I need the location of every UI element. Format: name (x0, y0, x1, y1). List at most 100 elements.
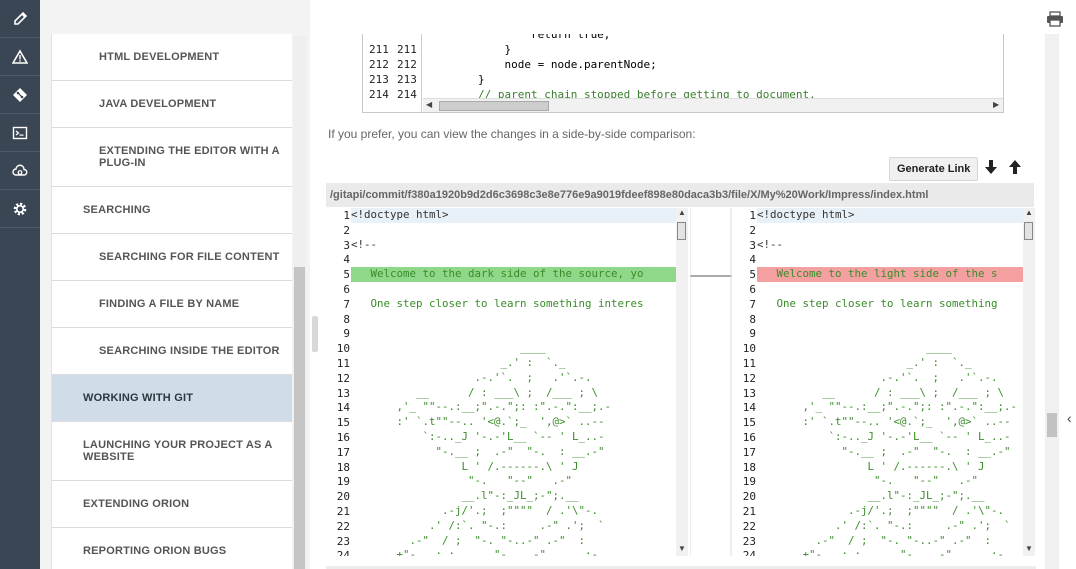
line-number: 9 (749, 327, 756, 341)
scroll-up-icon[interactable]: ▲ (678, 208, 686, 217)
code-line: Welcome to the dark side of the source, … (351, 267, 644, 281)
problems-button[interactable] (0, 38, 40, 76)
line-number: 24 (742, 549, 756, 556)
left-toolbar (0, 0, 40, 569)
code-line: .+"-. : : "-.__.-" ;-. (351, 548, 605, 556)
line-number: 10 (336, 342, 350, 356)
nav-item[interactable]: FINDING A FILE BY NAME (52, 281, 292, 328)
scroll-down-icon[interactable]: ▼ (678, 544, 686, 553)
line-number: 7 (343, 297, 350, 311)
line-number: 11 (336, 357, 350, 370)
line-number: 1 (343, 209, 350, 222)
page-scrollbar[interactable] (1045, 34, 1059, 569)
scroll-up-icon[interactable]: ▲ (1025, 208, 1033, 217)
left-pane-scrollbar-thumb[interactable] (677, 222, 686, 240)
nav-item[interactable]: SEARCHING INSIDE THE EDITOR (52, 328, 292, 375)
code-line: <!doctype html> (351, 208, 449, 221)
generate-link-button[interactable]: Generate Link (889, 157, 979, 181)
line-number: 10 (742, 342, 756, 356)
line-number: 7 (749, 297, 756, 311)
scroll-left-icon[interactable]: ◀ (426, 100, 432, 109)
line-number: 16 (742, 431, 756, 444)
right-pane-scrollbar-thumb[interactable] (1024, 222, 1033, 240)
line-number: 18 (742, 460, 756, 474)
line-number: 5 (343, 268, 350, 282)
code-line: _.' : `._ (757, 356, 972, 369)
splitter-handle[interactable] (312, 316, 318, 352)
nav-item[interactable]: EXTENDING THE EDITOR WITH A PLUG-IN (52, 128, 292, 187)
code-line: .-j/'.; ;"""" / .'\"-. (351, 504, 599, 517)
edit-button[interactable] (0, 0, 40, 38)
code-line: .+"-. : : "-.__.-" ;-. (757, 548, 1011, 556)
line-number: 16 (336, 431, 350, 444)
cloud-sync-icon (12, 164, 28, 176)
nav-item[interactable]: SEARCHING (52, 187, 292, 234)
settings-button[interactable] (0, 190, 40, 228)
code-line: __.l"-:_JL_;-";.__ (757, 489, 985, 503)
line-number: 3 (749, 238, 756, 252)
line-number: 9 (343, 327, 350, 341)
git-button[interactable] (0, 76, 40, 114)
code-line: .-.'`. ; .'`.-. (757, 370, 998, 384)
line-number: 14 (336, 401, 350, 415)
line-number: 213 (397, 73, 417, 86)
horizontal-scrollbar[interactable]: ◀ ▶ (423, 98, 1003, 112)
nav-scrollbar-thumb[interactable] (294, 267, 305, 569)
code-line: One step closer to learn something inter… (351, 296, 644, 310)
code-line: .-j/'.; ;"""" / .'\"-. (757, 504, 1005, 517)
code-line: One step closer to learn something (757, 296, 998, 310)
deploy-button[interactable] (0, 152, 40, 190)
horizontal-scrollbar-thumb[interactable] (439, 101, 549, 111)
line-number: 6 (749, 283, 756, 296)
line-number: 211 (397, 43, 417, 56)
expand-panel-icon[interactable]: ‹ (1067, 410, 1072, 426)
code-line: .' /:`. "-.: .-" .'; ` (351, 518, 605, 532)
code-line: :' `.t""--.. '<@.`;_ ',@>` ..-- (757, 415, 1011, 429)
code-line: <!-- (351, 237, 378, 251)
scroll-down-icon[interactable]: ▼ (1025, 544, 1033, 553)
navigation-pane: HTML DEVELOPMENT JAVA DEVELOPMENT EXTENDIN… (40, 0, 310, 569)
line-number: 17 (336, 445, 350, 459)
line-number: 3 (343, 238, 350, 252)
code-text: } (425, 43, 512, 56)
code-text: } (425, 73, 485, 86)
line-number: 214 (397, 88, 417, 101)
diff-connector (690, 208, 732, 556)
nav-item[interactable]: WORKING WITH GIT (52, 375, 292, 422)
nav-item[interactable]: REPORTING ORION BUGS (52, 528, 292, 569)
side-by-side-note: If you prefer, you can view the changes … (328, 127, 696, 141)
topic-list: HTML DEVELOPMENT JAVA DEVELOPMENT EXTENDIN… (51, 34, 292, 569)
left-pane-scrollbar[interactable]: ▲ ▼ (676, 208, 688, 556)
nav-item[interactable]: HTML DEVELOPMENT (52, 34, 292, 81)
nav-item[interactable]: SEARCHING FOR FILE CONTENT (52, 234, 292, 281)
prev-diff-arrow-up-icon[interactable] (1008, 159, 1022, 175)
gear-icon (13, 202, 27, 215)
next-diff-arrow-down-icon[interactable] (984, 159, 998, 175)
line-number: 18 (336, 460, 350, 474)
line-number: 14 (742, 401, 756, 415)
code-line: __.l"-:_JL_;-";.__ (351, 489, 579, 503)
code-line: :' `.t""--.. '<@.`;_ ',@>` ..-- (351, 415, 605, 429)
code-line: .' /:`. "-.: .-" .'; ` (757, 518, 1011, 532)
code-line: .-" / ; "-. "-..-" .-" : (757, 533, 992, 547)
line-number: 21 (742, 505, 756, 518)
nav-item[interactable]: LAUNCHING YOUR PROJECT AS A WEBSITE (52, 422, 292, 481)
nav-item[interactable]: EXTENDING ORION (52, 481, 292, 528)
scroll-right-icon[interactable]: ▶ (993, 100, 999, 109)
code-line: `:-.._J '-.-'L__ `-- ' L_..- (757, 430, 1011, 443)
terminal-button[interactable] (0, 114, 40, 152)
nav-scrollbar[interactable] (293, 36, 306, 569)
code-text: node = node.parentNode; (425, 58, 657, 71)
print-icon[interactable] (1046, 11, 1064, 27)
right-pane-scrollbar[interactable]: ▲ ▼ (1023, 208, 1035, 556)
line-number: 11 (742, 357, 756, 370)
line-number: 5 (749, 268, 756, 282)
file-path: /gitapi/commit/f380a1920b9d2d6c3698c3e8e… (326, 183, 1034, 207)
line-number: 13 (742, 386, 756, 400)
nav-item[interactable]: JAVA DEVELOPMENT (52, 81, 292, 128)
code-line: L ' /.------.\ ' J (351, 459, 579, 473)
code-line: "-.__ ; .-" "-. : __.-" (757, 444, 1011, 458)
diff-row: 211 211 } (363, 42, 1003, 57)
diff-row: 213 213 } (363, 72, 1003, 87)
page-scrollbar-thumb[interactable] (1047, 413, 1057, 437)
